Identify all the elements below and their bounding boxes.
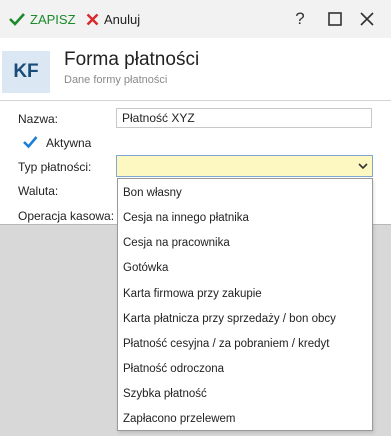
- form-header: KF Forma płatności Dane formy płatności: [0, 38, 391, 100]
- maximize-button[interactable]: [325, 9, 345, 29]
- dropdown-option[interactable]: Bon własny: [123, 187, 182, 199]
- dropdown-option[interactable]: Cesja na innego płatnika: [123, 212, 249, 224]
- x-icon: [86, 13, 99, 25]
- currency-label: Waluta:: [18, 184, 59, 198]
- close-icon: [360, 12, 374, 26]
- toolbar: ZAPISZ Anuluj ?: [0, 0, 391, 38]
- close-button[interactable]: [357, 9, 377, 29]
- cancel-button[interactable]: Anuluj: [86, 10, 140, 28]
- dropdown-option[interactable]: Płatność odroczona: [123, 363, 224, 375]
- cash-operation-label: Operacja kasowa:: [18, 209, 115, 223]
- check-icon: [9, 13, 25, 26]
- dropdown-option[interactable]: Karta płatnicza przy sprzedaży / bon obc…: [123, 313, 336, 325]
- help-button[interactable]: ?: [290, 9, 310, 29]
- square-icon: [328, 12, 342, 26]
- page-title: Forma płatności: [64, 49, 200, 70]
- dropdown-option[interactable]: Karta firmowa przy zakupie: [123, 288, 262, 300]
- dropdown-option[interactable]: Zapłacono przelewem: [123, 413, 236, 425]
- payment-type-select[interactable]: [116, 155, 373, 177]
- dropdown-option[interactable]: Płatność cesyjna / za pobraniem / kredyt: [123, 338, 329, 350]
- save-button[interactable]: ZAPISZ: [9, 10, 76, 28]
- name-field[interactable]: [116, 108, 372, 128]
- form-badge: KF: [2, 51, 50, 93]
- payment-type-dropdown: Bon własny Cesja na innego płatnika Cesj…: [117, 178, 373, 431]
- header-divider: [0, 100, 391, 101]
- page-subtitle: Dane formy płatności: [64, 74, 168, 86]
- active-label: Aktywna: [46, 136, 92, 150]
- active-checkbox[interactable]: [22, 134, 38, 150]
- chevron-down-icon: [358, 163, 368, 170]
- cancel-label: Anuluj: [104, 11, 141, 27]
- dropdown-option[interactable]: Szybka płatność: [123, 388, 207, 400]
- dropdown-option[interactable]: Cesja na pracownika: [123, 237, 230, 249]
- name-label: Nazwa:: [18, 112, 59, 126]
- question-icon: ?: [295, 9, 305, 28]
- save-label: ZAPISZ: [30, 11, 76, 27]
- payment-type-label: Typ płatności:: [18, 160, 92, 174]
- dropdown-option[interactable]: Gotówka: [123, 262, 168, 274]
